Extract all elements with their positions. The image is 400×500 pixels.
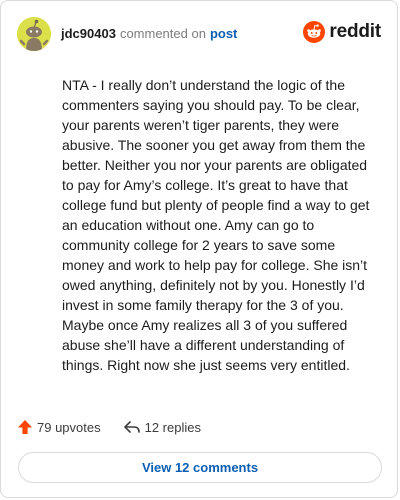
view-comments-button[interactable]: View 12 comments <box>18 452 382 483</box>
reply-arrow-icon <box>123 421 140 433</box>
comment-actions: 79 upvotes 12 replies <box>17 417 201 437</box>
username[interactable]: jdc90403 <box>61 26 116 41</box>
comment-meta: jdc90403 commented on post <box>61 26 237 42</box>
post-link[interactable]: post <box>210 26 237 41</box>
reddit-snoo-icon <box>303 21 326 43</box>
upvote-button[interactable]: 79 upvotes <box>17 419 101 435</box>
reply-count: 12 replies <box>144 419 201 435</box>
upvote-count: 79 upvotes <box>37 419 101 435</box>
reddit-logo[interactable]: reddit <box>303 21 381 43</box>
upvote-arrow-icon <box>18 420 32 434</box>
commented-on-text: commented on <box>119 26 206 41</box>
snoo-avatar-icon <box>17 17 51 51</box>
user-avatar[interactable] <box>17 17 51 51</box>
comment-body: NTA - I really don’t understand the logi… <box>62 77 370 373</box>
comment-header: jdc90403 commented on post <box>17 17 237 51</box>
replies-button[interactable]: 12 replies <box>123 419 201 435</box>
reddit-wordmark: reddit <box>329 21 381 42</box>
comment-card: jdc90403 commented on post reddit NTA - I … <box>0 0 398 498</box>
